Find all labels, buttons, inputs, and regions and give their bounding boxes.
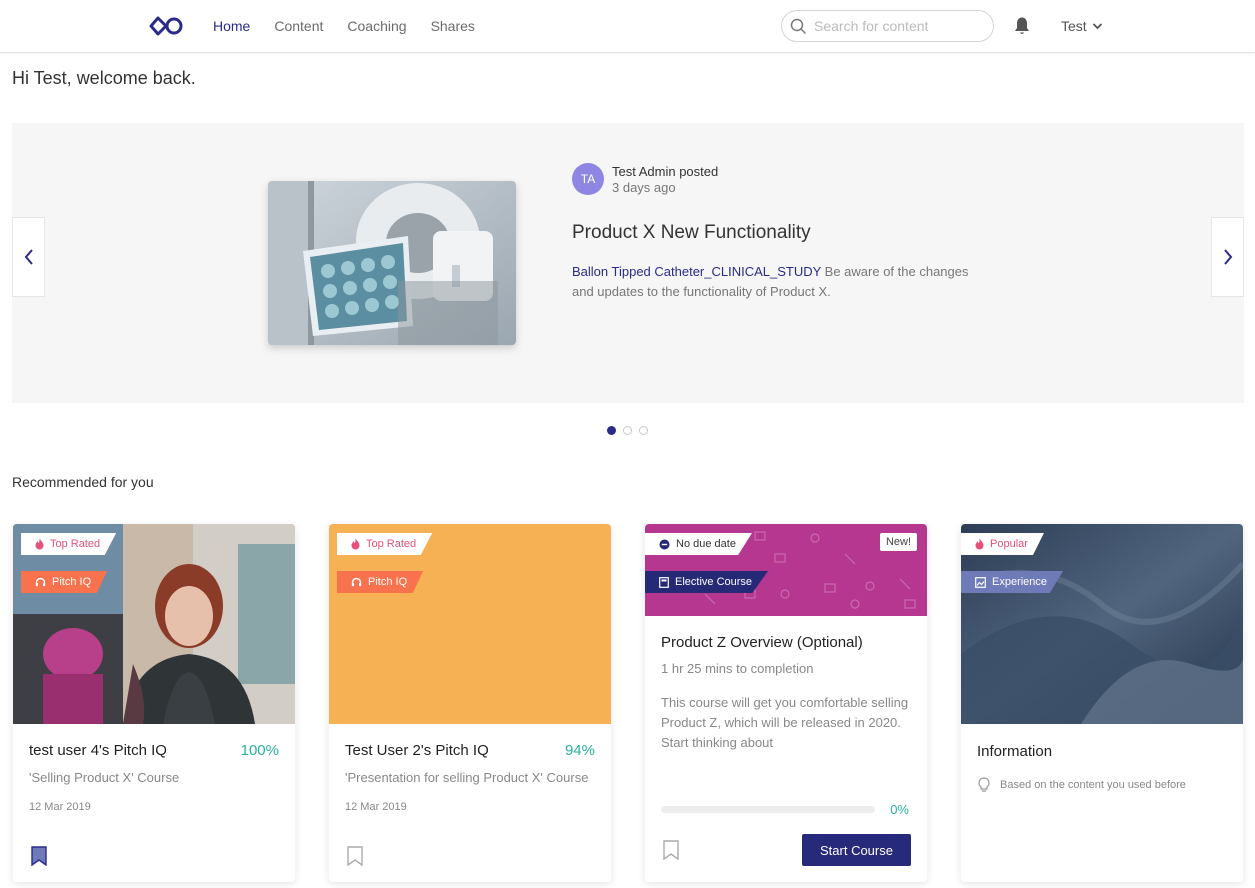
card-tag-top-rated: Top Rated [337,533,433,555]
card-title[interactable]: test user 4's Pitch IQ [29,742,239,759]
recommended-card-2[interactable]: Top Rated Pitch IQ Test User 2's Pitch I… [329,524,611,882]
featured-link[interactable]: Ballon Tipped Catheter_CLINICAL_STUDY [572,264,821,279]
card-date: 12 Mar 2019 [29,801,91,813]
main-nav: Home Content Coaching Shares [213,18,475,34]
card-date: 12 Mar 2019 [345,801,407,813]
headset-icon [35,577,46,586]
course-progress-percent: 0% [890,802,909,817]
card-tag-label: Experience [992,576,1048,588]
chevron-down-icon [1092,23,1102,30]
flame-icon [975,538,984,550]
card-title[interactable]: Test User 2's Pitch IQ [345,742,555,759]
card-tag-label: Elective Course [675,576,753,588]
featured-image[interactable] [268,181,516,345]
user-name: Test [1061,18,1087,34]
headset-icon [351,577,362,586]
card-title[interactable]: Product Z Overview (Optional) [661,634,863,651]
carousel-dot-2[interactable] [623,426,632,435]
card-hint-text: Based on the content you used before [1000,779,1186,791]
logo-icon[interactable] [148,15,184,37]
card-tag-label: Pitch IQ [52,576,92,588]
card-title[interactable]: Information [977,743,1052,760]
card-description-fade [775,733,925,755]
card-tag-no-due-date: No due date [645,533,752,555]
book-icon [659,576,669,588]
card-tag-elective-course: Elective Course [645,571,769,593]
image-icon [975,576,986,588]
featured-carousel: TA Test Admin posted 3 days ago Product … [12,123,1244,403]
card-hint: Based on the content you used before [977,777,1186,793]
bookmark-icon[interactable] [347,846,363,866]
card-tag-label: Top Rated [366,538,417,550]
recommended-heading: Recommended for you [12,474,154,490]
search-icon [790,18,806,34]
card-duration: 1 hr 25 mins to completion [661,661,814,676]
flame-icon [35,538,44,550]
carousel-pagination [607,426,648,435]
welcome-message: Hi Test, welcome back. [12,68,196,88]
carousel-dot-3[interactable] [639,426,648,435]
bookmark-icon[interactable] [663,840,679,860]
carousel-next-button[interactable] [1211,217,1244,297]
card-tag-pitch-iq: Pitch IQ [21,571,108,593]
search-input[interactable] [814,18,984,34]
search-box [781,10,994,42]
card-subtitle: 'Presentation for selling Product X' Cou… [345,770,589,785]
minus-circle-icon [659,539,670,549]
card-score: 94% [564,742,595,759]
recommended-card-1[interactable]: Top Rated Pitch IQ test user 4's Pitch I… [13,524,295,882]
chevron-right-icon [1223,249,1232,265]
start-course-button[interactable]: Start Course [802,834,911,866]
card-score: 100% [240,742,279,759]
nav-shares[interactable]: Shares [431,18,475,34]
card-tag-label: No due date [676,538,736,550]
chevron-left-icon [24,249,33,265]
nav-coaching[interactable]: Coaching [347,18,406,34]
top-navigation-bar: Home Content Coaching Shares Test [0,0,1255,53]
lightbulb-icon [978,777,990,792]
user-menu[interactable]: Test [1061,18,1103,34]
card-tag-label: Pitch IQ [368,576,408,588]
carousel-prev-button[interactable] [12,217,45,297]
carousel-dot-1[interactable] [607,426,616,435]
nav-content[interactable]: Content [274,18,323,34]
course-progress-bar [661,806,875,813]
bell-icon[interactable] [1013,16,1031,36]
card-subtitle: 'Selling Product X' Course [29,770,180,785]
featured-title[interactable]: Product X New Functionality [572,222,811,244]
featured-description: Ballon Tipped Catheter_CLINICAL_STUDY Be… [572,262,992,302]
card-tag-label: Top Rated [50,538,101,550]
poster-avatar[interactable]: TA [572,163,604,195]
posted-time: 3 days ago [612,180,676,195]
flame-icon [351,538,360,550]
recommended-card-4[interactable]: Popular Experience Information Based on … [961,524,1243,882]
card-tag-pitch-iq: Pitch IQ [337,571,424,593]
card-tag-label: Popular [990,538,1028,550]
new-badge: New! [879,533,917,551]
card-tag-experience: Experience [961,571,1064,593]
poster-name: Test Admin posted [612,164,719,179]
recommended-card-3[interactable]: New! No due date Elective Course Product… [645,524,927,882]
nav-home[interactable]: Home [213,18,250,34]
bookmark-filled-icon[interactable] [31,846,47,866]
card-tag-top-rated: Top Rated [21,533,117,555]
card-tag-popular: Popular [961,533,1044,555]
